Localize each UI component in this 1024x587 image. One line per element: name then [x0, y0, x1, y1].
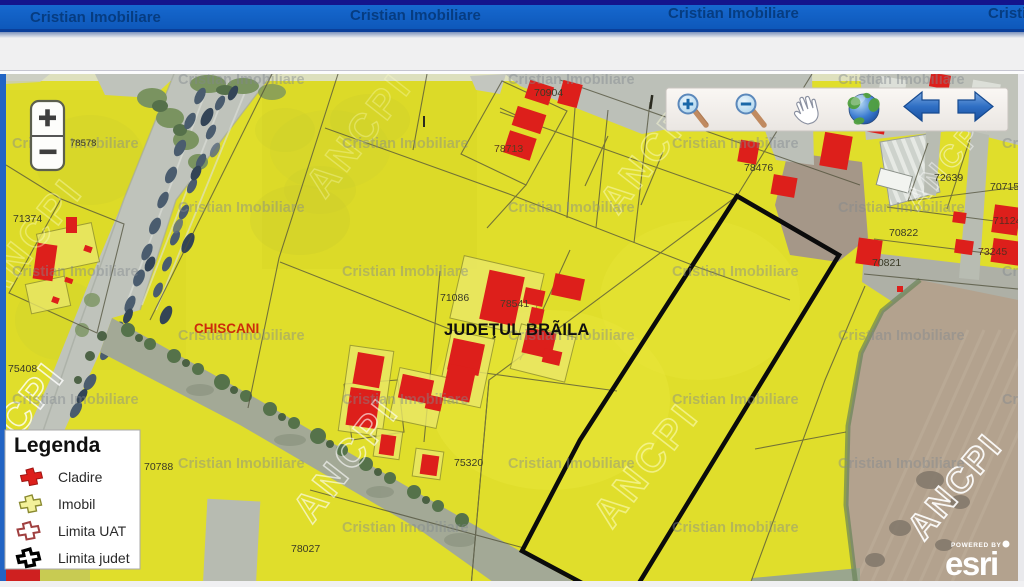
- svg-text:Cristian Imobiliare: Cristian Imobiliare: [342, 520, 469, 536]
- svg-text:Cristian Imo: Cristian Imo: [988, 5, 1024, 22]
- svg-text:Legenda: Legenda: [14, 434, 101, 457]
- svg-text:78578: 78578: [70, 138, 96, 149]
- svg-text:70788: 70788: [144, 461, 173, 473]
- svg-text:Cristian Imobiliare: Cristian Imobiliare: [508, 456, 635, 472]
- svg-text:Cristian Imobiliare: Cristian Imobiliare: [508, 72, 635, 88]
- svg-text:Cristian Imobiliare: Cristian Imobiliare: [342, 136, 469, 152]
- svg-text:71374: 71374: [13, 213, 42, 225]
- svg-text:Cristian Imobiliare: Cristian Imobiliare: [838, 328, 965, 344]
- svg-text:JUDEŢUL BRÃILA: JUDEŢUL BRÃILA: [444, 319, 590, 339]
- svg-text:78027: 78027: [291, 543, 320, 555]
- svg-text:70821: 70821: [872, 257, 901, 269]
- svg-text:73245: 73245: [978, 246, 1007, 258]
- svg-text:Cristian Imobiliare: Cristian Imobiliare: [178, 456, 305, 472]
- svg-text:70715: 70715: [990, 181, 1019, 193]
- svg-text:Cr: Cr: [1002, 136, 1018, 152]
- svg-text:Cristian Imobiliare: Cristian Imobiliare: [342, 264, 469, 280]
- svg-text:Cristian Imobiliare: Cristian Imobiliare: [672, 520, 799, 536]
- svg-text:Cristian Imobiliare: Cristian Imobiliare: [12, 392, 139, 408]
- svg-text:Limita judet: Limita judet: [58, 550, 130, 566]
- svg-text:Cristian Imobiliare: Cristian Imobiliare: [668, 5, 799, 22]
- svg-text:Cristian Imobiliare: Cristian Imobiliare: [672, 392, 799, 408]
- svg-text:Cristian Imobiliare: Cristian Imobiliare: [12, 264, 139, 280]
- svg-text:Cristian Imobiliare: Cristian Imobiliare: [178, 72, 305, 88]
- svg-text:Cristian Imobiliare: Cristian Imobiliare: [838, 456, 965, 472]
- svg-text:Cr: Cr: [1002, 264, 1018, 280]
- svg-text:Cristian Imobiliare: Cristian Imobiliare: [30, 9, 161, 26]
- svg-text:Limita UAT: Limita UAT: [58, 523, 127, 539]
- svg-text:Cristian Imobiliare: Cristian Imobiliare: [350, 7, 481, 24]
- svg-text:esri: esri: [945, 545, 998, 582]
- svg-text:Cr: Cr: [1002, 392, 1018, 408]
- svg-text:Cristian Imobiliare: Cristian Imobiliare: [838, 200, 965, 216]
- svg-text:75320: 75320: [454, 457, 483, 469]
- svg-text:Cristian Imobiliare: Cristian Imobiliare: [342, 392, 469, 408]
- svg-text:78541: 78541: [500, 298, 529, 310]
- svg-text:71124: 71124: [993, 215, 1022, 227]
- svg-text:78713: 78713: [494, 143, 523, 155]
- svg-text:Cristian Imobiliare: Cristian Imobiliare: [672, 264, 799, 280]
- svg-text:Cristian Imobiliare: Cristian Imobiliare: [672, 136, 799, 152]
- svg-text:Cladire: Cladire: [58, 469, 103, 485]
- svg-text:Cristian Imobiliare: Cristian Imobiliare: [508, 200, 635, 216]
- svg-text:Imobil: Imobil: [58, 496, 95, 512]
- svg-text:70904: 70904: [534, 87, 563, 99]
- svg-text:78476: 78476: [744, 162, 773, 174]
- svg-text:70822: 70822: [889, 227, 918, 239]
- svg-text:71086: 71086: [440, 292, 469, 304]
- svg-text:Cristian Imobiliare: Cristian Imobiliare: [178, 200, 305, 216]
- svg-text:75408: 75408: [8, 363, 37, 375]
- svg-text:72639: 72639: [934, 172, 963, 184]
- svg-text:CHISCANI: CHISCANI: [194, 321, 259, 336]
- svg-text:Cristian Imobiliare: Cristian Imobiliare: [838, 72, 965, 88]
